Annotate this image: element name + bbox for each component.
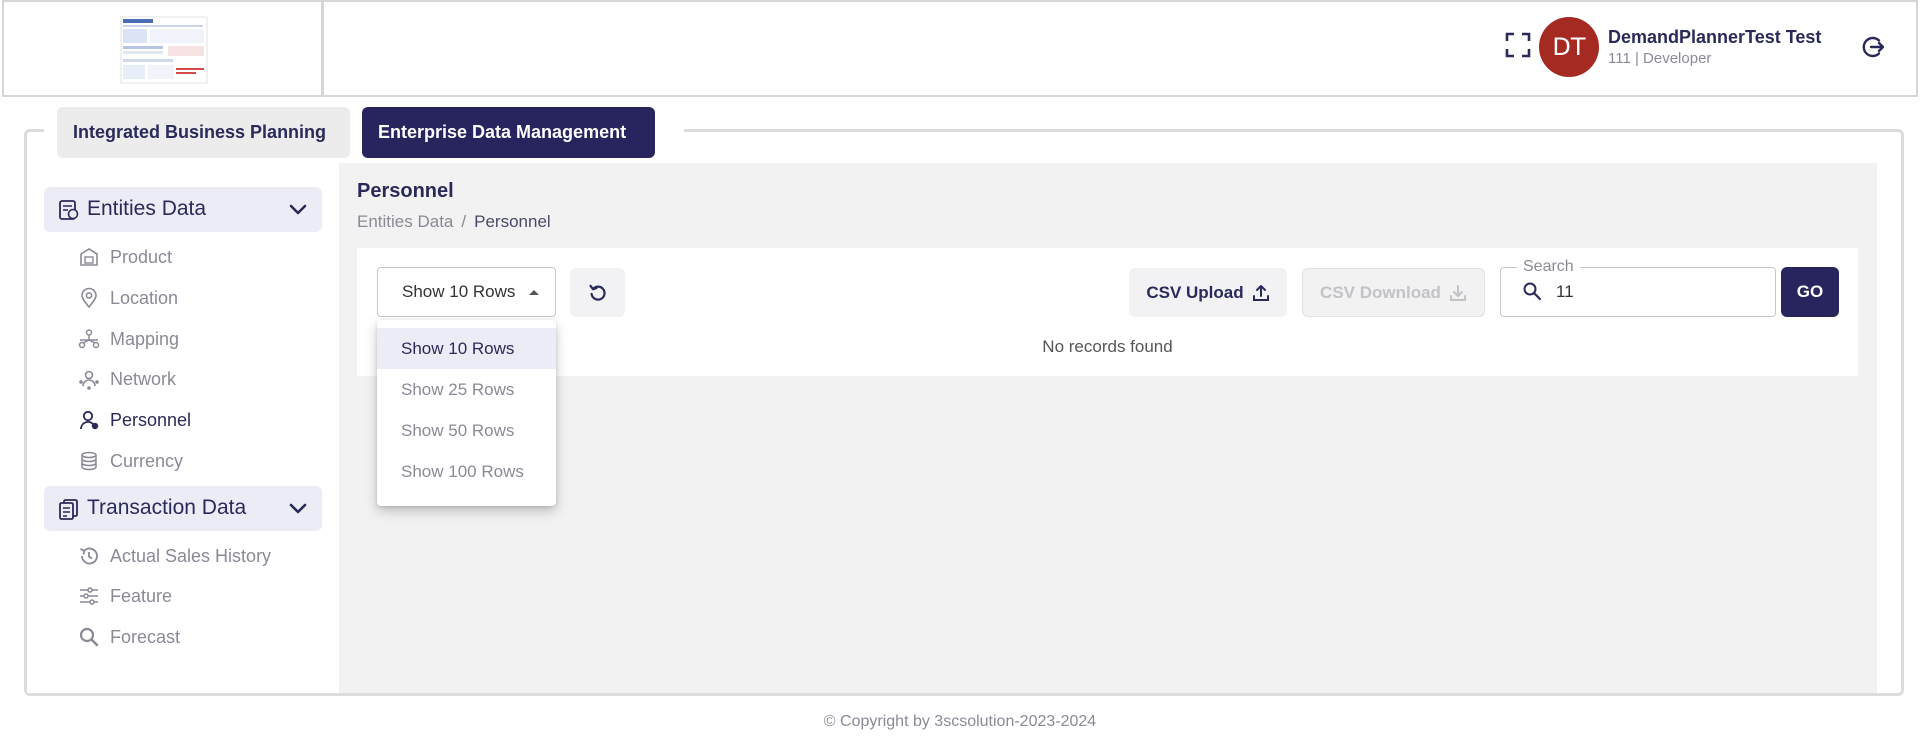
chevron-down-icon[interactable]: [288, 499, 308, 519]
mapping-icon: [78, 329, 100, 349]
fullscreen-icon[interactable]: [1504, 31, 1532, 59]
sidebar-item-location[interactable]: Location: [78, 283, 178, 313]
feature-icon: [80, 587, 98, 605]
personnel-icon: [80, 410, 99, 430]
sidebar-item-network[interactable]: Network: [78, 364, 176, 394]
search-input[interactable]: [1556, 281, 1756, 303]
download-icon: [1449, 284, 1466, 301]
currency-icon: [81, 451, 97, 471]
rows-per-page-select[interactable]: Show 10 Rows: [377, 267, 556, 317]
rows-select-value: Show 10 Rows: [402, 282, 516, 301]
search-icon: [79, 627, 99, 647]
sidebar-item-actual-sales-history[interactable]: Actual Sales History: [78, 541, 271, 571]
tab-enterprise-data-management[interactable]: Enterprise Data Management: [362, 107, 655, 158]
tab-label: Enterprise Data Management: [378, 122, 627, 142]
user-role: 111 | Developer: [1608, 50, 1712, 67]
logout-icon[interactable]: [1860, 34, 1886, 60]
history-icon: [80, 547, 98, 565]
sidebar-group-entities-data[interactable]: Entities Data: [44, 187, 322, 232]
sidebar-group-label: Transaction Data: [87, 496, 247, 519]
logo-image: [120, 16, 208, 84]
network-icon: [79, 370, 99, 390]
location-pin-icon: [81, 287, 97, 309]
breadcrumb-current: Personnel: [474, 212, 551, 231]
avatar-initials: DT: [1552, 33, 1586, 61]
menu-item-show-10-rows[interactable]: Show 10 Rows: [377, 328, 556, 369]
go-label: GO: [1796, 282, 1824, 301]
user-name: DemandPlannerTest Test: [1608, 27, 1822, 47]
csv-upload-button[interactable]: CSV Upload: [1129, 268, 1287, 317]
sidebar-item-label: Location: [110, 287, 179, 308]
logo-area: [4, 2, 324, 95]
sidebar-item-label: Personnel: [110, 409, 192, 430]
upload-icon: [1252, 284, 1269, 301]
sidebar-item-currency[interactable]: Currency: [78, 446, 183, 476]
csv-upload-label: CSV Upload: [1146, 282, 1244, 302]
reset-button[interactable]: [570, 268, 625, 317]
sidebar-item-label: Network: [110, 368, 177, 389]
sidebar-item-label: Feature: [110, 585, 173, 606]
breadcrumb-separator: /: [461, 212, 467, 231]
tab-label: Integrated Business Planning: [73, 122, 327, 142]
chevron-down-icon[interactable]: [288, 200, 308, 220]
footer-copyright: © Copyright by 3scsolution-2023-2024: [823, 713, 1097, 730]
refresh-icon: [588, 284, 606, 301]
menu-item-show-50-rows[interactable]: Show 50 Rows: [377, 410, 556, 451]
content-area: [339, 163, 1877, 693]
empty-state-text: No records found: [1042, 337, 1173, 356]
tab-integrated-business-planning[interactable]: Integrated Business Planning: [57, 107, 350, 158]
product-icon: [80, 248, 98, 266]
top-header: [2, 0, 1918, 97]
sidebar-item-label: Currency: [110, 450, 184, 471]
sidebar-item-label: Actual Sales History: [110, 545, 272, 566]
sidebar-item-label: Product: [110, 246, 173, 267]
avatar[interactable]: DT: [1539, 17, 1599, 77]
entities-icon: [59, 200, 79, 220]
sidebar-item-forecast[interactable]: Forecast: [78, 622, 180, 652]
sidebar-item-label: Forecast: [110, 626, 181, 647]
sidebar-item-label: Mapping: [110, 328, 180, 349]
menu-item-show-25-rows[interactable]: Show 25 Rows: [377, 369, 556, 410]
breadcrumb: Entities Data / Personnel: [357, 212, 551, 232]
page-title: Personnel: [357, 180, 454, 202]
sidebar-group-transaction-data[interactable]: Transaction Data: [44, 486, 322, 531]
sidebar-item-personnel[interactable]: Personnel: [78, 405, 191, 435]
transaction-icon: [59, 499, 78, 520]
go-button[interactable]: GO: [1781, 267, 1839, 317]
sidebar-item-mapping[interactable]: Mapping: [78, 324, 179, 354]
caret-up-icon: [529, 290, 539, 295]
search-icon: [1523, 282, 1542, 301]
sidebar-item-product[interactable]: Product: [78, 242, 172, 272]
sidebar-group-label: Entities Data: [87, 197, 207, 220]
breadcrumb-item[interactable]: Entities Data: [357, 212, 453, 232]
search-label: Search: [1517, 258, 1580, 276]
rows-dropdown-menu: Show 10 Rows Show 25 Rows Show 50 Rows S…: [377, 320, 556, 506]
csv-download-label: CSV Download: [1320, 282, 1441, 302]
csv-download-button[interactable]: CSV Download: [1302, 268, 1485, 317]
sidebar-item-feature[interactable]: Feature: [78, 581, 172, 611]
menu-item-show-100-rows[interactable]: Show 100 Rows: [377, 451, 556, 492]
